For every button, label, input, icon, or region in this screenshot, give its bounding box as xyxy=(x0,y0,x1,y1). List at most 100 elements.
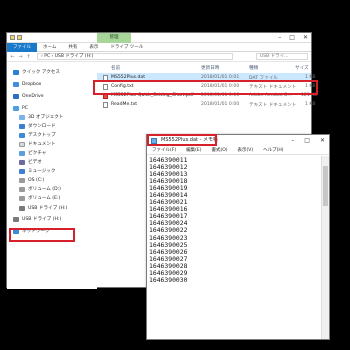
explorer-titlebar: 管理 – □ ✕ xyxy=(7,33,311,43)
usb-drive-icon xyxy=(19,205,25,211)
file-size: 121 KB xyxy=(301,93,318,98)
sidebar-item-pc[interactable]: PC xyxy=(13,104,28,112)
sidebar-item-network[interactable]: ネットワーク xyxy=(13,227,50,235)
star-icon xyxy=(13,69,19,75)
scrollbar-thumb[interactable] xyxy=(323,166,328,206)
sidebar-item-quick-access[interactable]: クイック アクセス xyxy=(13,68,60,76)
file-row[interactable]: ReadMe.txt 2018/01/01 0:00 テキスト ドキュメント 1… xyxy=(97,100,316,109)
notepad-scrollbar[interactable] xyxy=(321,156,329,339)
sidebar-item-label: ボリューム (D:) xyxy=(28,187,61,192)
pdf-file-icon xyxy=(103,93,108,99)
column-size[interactable]: サイズ xyxy=(295,65,309,71)
minimize-icon[interactable]: – xyxy=(291,135,294,146)
sidebar-item-pictures[interactable]: ピクチャ xyxy=(19,149,46,157)
document-icon xyxy=(19,141,25,147)
sidebar-item-volume-d[interactable]: ボリューム (D:) xyxy=(19,185,61,193)
menu-edit[interactable]: 編集(E) xyxy=(181,147,206,153)
sidebar-item-documents[interactable]: ドキュメント xyxy=(19,140,56,148)
notepad-menubar: ファイル(F) 編集(E) 書式(O) 表示(V) ヘルプ(H) xyxy=(147,146,329,155)
quick-access-toolbar xyxy=(10,35,22,40)
maximize-icon[interactable]: □ xyxy=(289,34,295,41)
search-input[interactable]: USB ドライ... xyxy=(256,53,308,60)
sidebar-item-label: ネットワーク xyxy=(22,229,50,234)
close-icon[interactable]: ✕ xyxy=(320,135,325,146)
sidebar-item-label: ドキュメント xyxy=(28,142,56,147)
breadcrumb[interactable]: › PC › USB ドライブ (H:) xyxy=(37,53,233,60)
sidebar-item-os-c[interactable]: OS (C:) xyxy=(19,176,44,184)
menu-file[interactable]: ファイル(F) xyxy=(147,147,181,153)
file-row[interactable]: Config.txt 2018/01/01 0:00 テキスト ドキュメント 1… xyxy=(97,82,316,91)
folder-icon[interactable] xyxy=(10,35,15,40)
tab-home[interactable]: ホーム xyxy=(37,43,62,52)
sidebar-item-label: 3D オブジェクト xyxy=(28,115,64,120)
drive-icon xyxy=(19,186,25,192)
file-type: Adobe Acrobat D... xyxy=(249,93,293,98)
properties-icon[interactable] xyxy=(17,35,22,40)
file-size: 1 KB xyxy=(305,102,316,107)
sidebar-item-label: ミュージック xyxy=(28,169,56,174)
close-icon[interactable]: ✕ xyxy=(303,34,308,41)
sidebar-item-3d-objects[interactable]: 3D オブジェクト xyxy=(19,113,63,121)
network-icon xyxy=(13,228,19,234)
menu-format[interactable]: 書式(O) xyxy=(206,147,232,153)
sidebar-item-downloads[interactable]: ダウンロード xyxy=(19,122,56,130)
tab-share[interactable]: 共有 xyxy=(62,43,83,52)
forward-arrow-icon[interactable]: → xyxy=(18,54,23,60)
window-controls: – □ ✕ xyxy=(278,34,308,41)
sidebar-item-label: ピクチャ xyxy=(28,151,47,156)
text-file-icon xyxy=(103,84,108,90)
sidebar-item-label: デスクトップ xyxy=(28,133,56,138)
file-type: テキスト ドキュメント xyxy=(249,103,297,108)
file-size: 1 KB xyxy=(305,84,316,89)
ribbon-tabs: ファイル ホーム 共有 表示 ドライブ ツール xyxy=(7,42,311,52)
sidebar-item-volume-e[interactable]: ボリューム (E:) xyxy=(19,194,60,202)
cube-icon xyxy=(19,114,25,120)
sidebar-item-label: Dropbox xyxy=(22,81,42,87)
notepad-text-area[interactable]: 1646390011 1646390012 1646390013 1646390… xyxy=(149,156,319,333)
back-arrow-icon[interactable]: ← xyxy=(10,54,15,60)
up-arrow-icon[interactable]: ↑ xyxy=(26,54,31,60)
file-name: ReadMe.txt xyxy=(111,102,138,107)
sidebar-item-dropbox[interactable]: Dropbox xyxy=(13,80,41,88)
drive-icon xyxy=(19,177,25,183)
sidebar-item-label: OneDrive xyxy=(22,93,44,99)
tab-file[interactable]: ファイル xyxy=(7,42,37,52)
tab-view[interactable]: 表示 xyxy=(83,43,104,52)
manage-tab[interactable]: 管理 xyxy=(97,33,131,43)
navigation-pane: クイック アクセス Dropbox OneDrive PC 3D オブジェクト … xyxy=(7,62,97,289)
file-size: 1 KB xyxy=(305,75,316,80)
drive-icon xyxy=(19,195,25,201)
sidebar-item-usb-drive-h[interactable]: USB ドライブ (H:) xyxy=(19,204,67,212)
address-bar: ← → ↑ › PC › USB ドライブ (H:) USB ドライ... xyxy=(7,52,311,62)
column-type[interactable]: 種類 xyxy=(249,65,258,71)
sidebar-item-music[interactable]: ミュージック xyxy=(19,167,55,175)
tab-drive-tools[interactable]: ドライブ ツール xyxy=(104,43,149,52)
text-line: 1646390030 xyxy=(149,275,188,284)
dat-file-icon xyxy=(103,75,108,81)
sidebar-item-usb-drive-h-root[interactable]: USB ドライブ (H:) xyxy=(13,215,61,223)
menu-view[interactable]: 表示(V) xyxy=(233,147,259,153)
computer-icon xyxy=(13,105,19,111)
column-date[interactable]: 更新日時 xyxy=(201,65,219,71)
file-row[interactable]: MS552Plus.dat 2018/01/01 0:01 DAT ファイル 1… xyxy=(97,73,316,82)
notepad-title: MS552Plus.dat - メモ帳 xyxy=(161,137,218,143)
maximize-icon[interactable]: □ xyxy=(304,135,310,146)
sidebar-item-label: ダウンロード xyxy=(28,124,56,129)
menu-help[interactable]: ヘルプ(H) xyxy=(258,147,288,153)
notepad-window: MS552Plus.dat - メモ帳 – □ ✕ ファイル(F) 編集(E) … xyxy=(146,134,330,340)
cloud-icon xyxy=(13,93,19,99)
sidebar-item-onedrive[interactable]: OneDrive xyxy=(13,92,44,100)
file-name: MS552Plus.dat xyxy=(111,75,145,80)
file-date: 2018/01/01 0:01 xyxy=(201,75,240,80)
video-icon xyxy=(19,159,25,165)
sidebar-item-desktop[interactable]: デスクトップ xyxy=(19,131,56,139)
sidebar-item-label: USB ドライブ (H:) xyxy=(28,206,68,211)
file-name: Config.txt xyxy=(111,84,134,89)
sidebar-item-videos[interactable]: ビデオ xyxy=(19,158,42,166)
sidebar-item-label: ビデオ xyxy=(28,160,42,165)
minimize-icon[interactable]: – xyxy=(278,34,281,41)
download-icon xyxy=(19,123,25,129)
column-headers: 名前 更新日時 種類 サイズ xyxy=(97,64,311,72)
file-row[interactable]: MS552Plus-Quick_Setting_Chart.pdf 2018/0… xyxy=(97,91,317,100)
column-name[interactable]: 名前 xyxy=(111,65,120,71)
